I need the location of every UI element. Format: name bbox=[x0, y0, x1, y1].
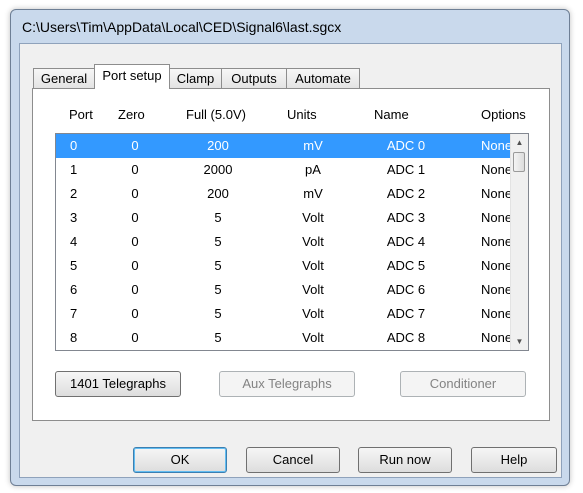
cell-full: 5 bbox=[214, 234, 222, 249]
column-header-full: Full (5.0V) bbox=[186, 107, 246, 122]
cell-name: ADC 4 bbox=[386, 234, 426, 249]
dialog-window: C:\Users\Tim\AppData\Local\CED\Signal6\l… bbox=[10, 9, 570, 486]
scroll-up-arrow-icon[interactable]: ▲ bbox=[511, 134, 528, 151]
table-row[interactable]: 3 0 5 Volt ADC 3 None bbox=[56, 206, 512, 230]
cell-units: Volt bbox=[302, 210, 324, 225]
cell-zero: 0 bbox=[131, 258, 139, 273]
cell-units: pA bbox=[305, 162, 321, 177]
cell-name: ADC 2 bbox=[386, 186, 426, 201]
scroll-down-arrow-icon[interactable]: ▼ bbox=[511, 333, 528, 350]
cell-zero: 0 bbox=[131, 186, 139, 201]
tab-general[interactable]: General bbox=[33, 68, 95, 88]
cell-units: Volt bbox=[302, 258, 324, 273]
column-header-port: Port bbox=[69, 107, 93, 122]
cell-port: 8 bbox=[70, 330, 78, 345]
table-row[interactable]: 1 0 2000 pA ADC 1 None bbox=[56, 158, 512, 182]
table-row[interactable]: 7 0 5 Volt ADC 7 None bbox=[56, 302, 512, 326]
ok-button[interactable]: OK bbox=[133, 447, 227, 473]
column-header-zero: Zero bbox=[118, 107, 145, 122]
cell-name: ADC 8 bbox=[386, 330, 426, 345]
cell-units: Volt bbox=[302, 234, 324, 249]
cell-port: 0 bbox=[70, 138, 78, 153]
cell-units: Volt bbox=[302, 306, 324, 321]
cancel-button[interactable]: Cancel bbox=[246, 447, 340, 473]
cell-full: 5 bbox=[214, 306, 222, 321]
tab-clamp[interactable]: Clamp bbox=[169, 68, 222, 88]
cell-full: 2000 bbox=[203, 162, 233, 177]
cell-full: 5 bbox=[214, 330, 222, 345]
table-row[interactable]: 5 0 5 Volt ADC 5 None bbox=[56, 254, 512, 278]
scrollbar-thumb[interactable] bbox=[513, 152, 525, 172]
cell-full: 200 bbox=[207, 186, 229, 201]
table-row[interactable]: 4 0 5 Volt ADC 4 None bbox=[56, 230, 512, 254]
tab-automate[interactable]: Automate bbox=[286, 68, 360, 88]
window-title: C:\Users\Tim\AppData\Local\CED\Signal6\l… bbox=[22, 19, 342, 35]
title-bar[interactable]: C:\Users\Tim\AppData\Local\CED\Signal6\l… bbox=[11, 10, 569, 42]
port-list[interactable]: 0 0 200 mV ADC 0 None 1 0 2000 pA ADC 1 None 2 0 200 mV… bbox=[55, 133, 529, 351]
column-header-units: Units bbox=[287, 107, 317, 122]
help-button[interactable]: Help bbox=[471, 447, 557, 473]
cell-zero: 0 bbox=[131, 162, 139, 177]
run-now-button[interactable]: Run now bbox=[358, 447, 452, 473]
cell-port: 4 bbox=[70, 234, 78, 249]
table-row[interactable]: 6 0 5 Volt ADC 6 None bbox=[56, 278, 512, 302]
cell-full: 200 bbox=[207, 138, 229, 153]
column-header-name: Name bbox=[374, 107, 409, 122]
table-row[interactable]: 8 0 5 Volt ADC 8 None bbox=[56, 326, 512, 350]
cell-units: mV bbox=[303, 138, 323, 153]
cell-full: 5 bbox=[214, 282, 222, 297]
port-setup-panel: Port Zero Full (5.0V) Units Name Options… bbox=[32, 88, 550, 421]
cell-zero: 0 bbox=[131, 282, 139, 297]
cell-name: ADC 6 bbox=[386, 282, 426, 297]
cell-units: mV bbox=[303, 186, 323, 201]
cell-units: Volt bbox=[302, 330, 324, 345]
cell-name: ADC 7 bbox=[386, 306, 426, 321]
cell-port: 3 bbox=[70, 210, 78, 225]
aux-telegraphs-button[interactable]: Aux Telegraphs bbox=[219, 371, 355, 397]
cell-zero: 0 bbox=[131, 330, 139, 345]
cell-name: ADC 3 bbox=[386, 210, 426, 225]
cell-zero: 0 bbox=[131, 234, 139, 249]
cell-units: Volt bbox=[302, 282, 324, 297]
cell-port: 2 bbox=[70, 186, 78, 201]
cell-full: 5 bbox=[214, 258, 222, 273]
cell-name: ADC 0 bbox=[386, 138, 426, 153]
table-row[interactable]: 2 0 200 mV ADC 2 None bbox=[56, 182, 512, 206]
dialog-client-area: General Port setup Clamp Outputs Automat… bbox=[19, 43, 562, 478]
cell-port: 7 bbox=[70, 306, 78, 321]
port-list-scrollbar[interactable]: ▲ ▼ bbox=[510, 134, 528, 350]
cell-name: ADC 1 bbox=[386, 162, 426, 177]
tab-port-setup[interactable]: Port setup bbox=[94, 64, 170, 89]
cell-zero: 0 bbox=[131, 306, 139, 321]
cell-full: 5 bbox=[214, 210, 222, 225]
cell-port: 5 bbox=[70, 258, 78, 273]
conditioner-button[interactable]: Conditioner bbox=[400, 371, 526, 397]
cell-zero: 0 bbox=[131, 138, 139, 153]
telegraphs-1401-button[interactable]: 1401 Telegraphs bbox=[55, 371, 181, 397]
cell-port: 6 bbox=[70, 282, 78, 297]
column-header-options: Options bbox=[481, 107, 526, 122]
cell-zero: 0 bbox=[131, 210, 139, 225]
tab-outputs[interactable]: Outputs bbox=[221, 68, 287, 88]
table-row[interactable]: 0 0 200 mV ADC 0 None bbox=[56, 134, 512, 158]
cell-port: 1 bbox=[70, 162, 78, 177]
cell-name: ADC 5 bbox=[386, 258, 426, 273]
